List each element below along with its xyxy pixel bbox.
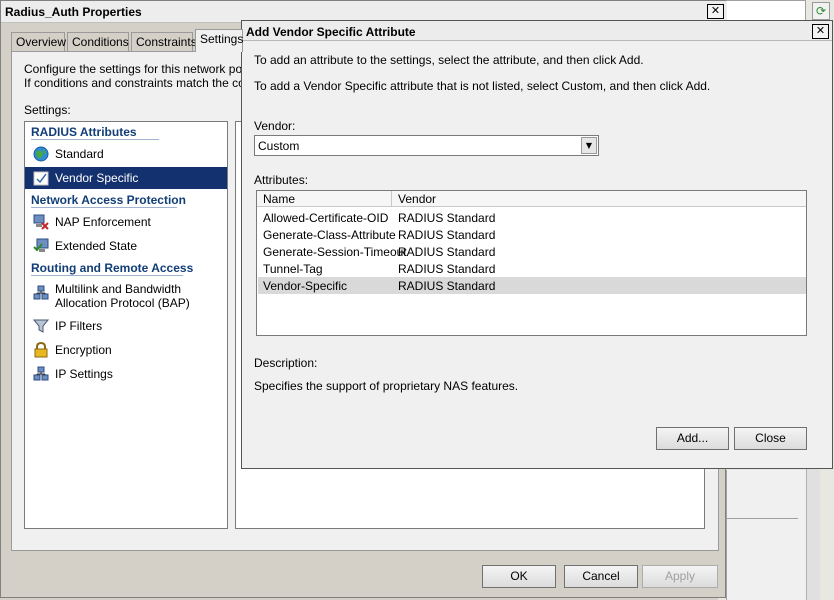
dialog-titlebar: Add Vendor Specific Attribute ✕	[242, 21, 832, 41]
table-row[interactable]: Generate-Session-Timeout RADIUS Standard	[258, 243, 806, 260]
sidebar-item-label: NAP Enforcement	[55, 215, 151, 229]
vendor-selected-value: Custom	[258, 139, 300, 153]
apply-button[interactable]: Apply	[642, 565, 718, 588]
attribute-vendor: RADIUS Standard	[398, 279, 496, 293]
attributes-label: Attributes:	[254, 173, 309, 187]
tab-settings[interactable]: Settings	[195, 29, 243, 52]
intro-text-line1: Configure the settings for this network …	[24, 62, 262, 76]
filter-funnel-icon	[33, 319, 49, 333]
attribute-name: Allowed-Certificate-OID	[263, 211, 389, 225]
column-header-name[interactable]: Name	[263, 192, 295, 206]
section-radius-attributes: RADIUS Attributes	[31, 125, 137, 139]
sidebar-item-label-line2: Allocation Protocol (BAP)	[55, 296, 190, 310]
sidebar-item-vendor-specific[interactable]: Vendor Specific	[25, 167, 227, 189]
tab-conditions[interactable]: Conditions	[67, 32, 129, 51]
attribute-name: Vendor-Specific	[263, 279, 348, 293]
settings-label: Settings:	[24, 103, 71, 117]
sidebar-item-ip-settings[interactable]: IP Settings	[25, 363, 227, 385]
sidebar-item-label: Vendor Specific	[55, 171, 139, 185]
tab-overview[interactable]: Overview	[11, 32, 66, 51]
settings-navigation-list: RADIUS Attributes Standard Vendor Specif…	[24, 121, 228, 529]
column-divider[interactable]	[391, 191, 392, 207]
sidebar-item-multilink-bap[interactable]: Multilink and Bandwidth Allocation Proto…	[25, 279, 227, 315]
section-divider	[31, 275, 183, 276]
sidebar-item-label: Multilink and Bandwidth	[55, 282, 182, 296]
sidebar-item-ip-filters[interactable]: IP Filters	[25, 315, 227, 337]
background-divider	[726, 518, 798, 519]
sidebar-item-nap-enforcement[interactable]: NAP Enforcement	[25, 211, 227, 233]
refresh-icon[interactable]: ⟳	[812, 2, 830, 20]
add-vendor-attribute-dialog: Add Vendor Specific Attribute ✕ To add a…	[241, 20, 833, 469]
lock-icon	[34, 342, 48, 358]
network-icon	[33, 366, 49, 381]
instruction-text-2: To add a Vendor Specific attribute that …	[254, 79, 711, 93]
attribute-name: Generate-Session-Timeout	[263, 245, 407, 259]
section-divider	[31, 207, 177, 208]
section-network-access-protection: Network Access Protection	[31, 193, 186, 207]
attribute-name: Generate-Class-Attribute	[263, 228, 396, 242]
attributes-list[interactable]: Name Vendor Allowed-Certificate-OID RADI…	[256, 190, 807, 336]
close-button[interactable]: Close	[734, 427, 807, 450]
table-row-selected[interactable]: Vendor-Specific RADIUS Standard	[258, 277, 806, 294]
attribute-vendor: RADIUS Standard	[398, 211, 496, 225]
intro-text-line2: If conditions and constraints match the …	[24, 76, 271, 90]
attributes-list-header: Name Vendor	[257, 191, 806, 207]
sidebar-item-extended-state[interactable]: Extended State	[25, 235, 227, 257]
cancel-button[interactable]: Cancel	[564, 565, 638, 588]
nap-enforcement-icon	[33, 214, 49, 230]
instruction-text-1: To add an attribute to the settings, sel…	[254, 53, 644, 67]
sidebar-item-label: Encryption	[55, 343, 112, 357]
window-title: Radius_Auth Properties	[5, 5, 142, 19]
vendor-dropdown[interactable]: Custom ▼	[254, 135, 599, 156]
vendor-label: Vendor:	[254, 119, 296, 133]
table-row[interactable]: Allowed-Certificate-OID RADIUS Standard	[258, 209, 806, 226]
extended-state-icon	[33, 238, 49, 252]
column-header-vendor[interactable]: Vendor	[398, 192, 436, 206]
ok-button[interactable]: OK	[482, 565, 556, 588]
add-button[interactable]: Add...	[656, 427, 729, 450]
attribute-vendor: RADIUS Standard	[398, 228, 496, 242]
dialog-title: Add Vendor Specific Attribute	[246, 25, 416, 39]
table-row[interactable]: Generate-Class-Attribute RADIUS Standard	[258, 226, 806, 243]
globe-icon	[33, 146, 49, 162]
attribute-vendor: RADIUS Standard	[398, 245, 496, 259]
close-icon[interactable]: ✕	[812, 24, 829, 39]
tab-constraints[interactable]: Constraints	[131, 32, 197, 51]
chevron-down-icon[interactable]: ▼	[581, 137, 597, 154]
close-icon[interactable]: ✕	[707, 4, 724, 19]
sidebar-item-label: IP Filters	[55, 319, 103, 333]
network-icon	[33, 285, 49, 300]
check-document-icon	[33, 171, 49, 186]
section-divider	[31, 139, 159, 140]
attribute-vendor: RADIUS Standard	[398, 262, 496, 276]
sidebar-item-encryption[interactable]: Encryption	[25, 339, 227, 361]
sidebar-item-label: IP Settings	[55, 367, 113, 381]
background-panel	[726, 470, 806, 600]
description-label: Description:	[254, 356, 318, 370]
sidebar-item-label: Extended State	[55, 239, 138, 253]
sidebar-item-standard[interactable]: Standard	[25, 143, 227, 165]
table-row[interactable]: Tunnel-Tag RADIUS Standard	[258, 260, 806, 277]
sidebar-item-label: Standard	[55, 147, 104, 161]
attribute-name: Tunnel-Tag	[263, 262, 323, 276]
description-text: Specifies the support of proprietary NAS…	[254, 379, 519, 393]
background-toolbar-field	[726, 0, 806, 22]
section-routing-remote-access: Routing and Remote Access	[31, 261, 194, 275]
